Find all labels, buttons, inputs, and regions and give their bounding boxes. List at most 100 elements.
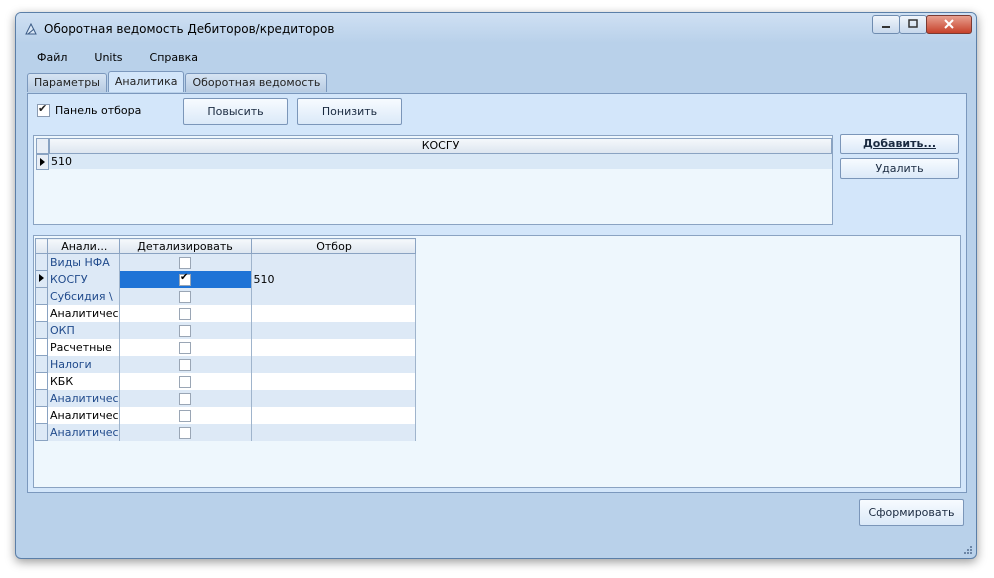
- row-selector[interactable]: [35, 321, 48, 339]
- analytics-name-cell[interactable]: Расчетные: [47, 338, 120, 356]
- raise-button[interactable]: Повысить: [183, 98, 288, 125]
- analytics-panel: Панель отбора Повысить Понизить КОСГУ 51…: [27, 93, 967, 493]
- table-row[interactable]: КБК: [35, 372, 416, 390]
- column-header-detail[interactable]: Детализировать: [118, 238, 252, 254]
- filter-cell[interactable]: [251, 355, 416, 373]
- menu-help[interactable]: Справка: [141, 51, 198, 67]
- detail-checkbox[interactable]: [179, 290, 192, 303]
- analytics-name-cell[interactable]: КОСГУ: [47, 270, 120, 288]
- table-row[interactable]: ОКП: [35, 321, 416, 339]
- detail-checkbox[interactable]: [179, 256, 192, 269]
- filter-cell[interactable]: [251, 253, 416, 271]
- column-header-kosgu[interactable]: КОСГУ: [49, 138, 832, 154]
- analytics-name-cell[interactable]: Субсидия \: [47, 287, 120, 305]
- filter-cell[interactable]: [251, 423, 416, 441]
- analytics-name-cell[interactable]: Налоги: [47, 355, 120, 373]
- detail-cell[interactable]: [119, 423, 252, 441]
- column-header-filter[interactable]: Отбор: [250, 238, 416, 254]
- table-row[interactable]: КОСГУ 510: [35, 270, 416, 288]
- table-row[interactable]: Виды НФА: [35, 253, 416, 271]
- row-selector[interactable]: [35, 355, 48, 373]
- close-icon: [944, 19, 954, 29]
- filter-cell[interactable]: [251, 406, 416, 424]
- filter-cell[interactable]: [251, 338, 416, 356]
- detail-cell[interactable]: [119, 321, 252, 339]
- detail-cell[interactable]: [119, 372, 252, 390]
- analytics-name-cell[interactable]: Виды НФА: [47, 253, 120, 271]
- detail-cell[interactable]: [119, 355, 252, 373]
- filter-cell[interactable]: [251, 321, 416, 339]
- analytics-name-cell[interactable]: Аналитичес: [47, 389, 120, 407]
- detail-checkbox[interactable]: [179, 426, 192, 439]
- detail-checkbox[interactable]: [179, 272, 192, 286]
- detail-checkbox[interactable]: [179, 324, 192, 337]
- detail-checkbox[interactable]: [179, 358, 192, 371]
- delete-button[interactable]: Удалить: [840, 158, 959, 179]
- generate-button[interactable]: Сформировать: [859, 499, 964, 526]
- minimize-icon: [882, 26, 890, 28]
- table-row[interactable]: Аналитичес: [35, 406, 416, 424]
- filter-panel-checkbox[interactable]: [37, 102, 50, 117]
- analytics-name-cell[interactable]: Аналитичес: [47, 423, 120, 441]
- analytics-grid: Анали... Детализировать Отбор Виды НФА К…: [33, 235, 961, 488]
- minimize-button[interactable]: [872, 15, 900, 34]
- table-row[interactable]: 510: [49, 154, 832, 169]
- analytics-name-cell[interactable]: Аналитичес: [47, 406, 120, 424]
- row-selector[interactable]: [36, 154, 49, 170]
- tab-turnover-sheet[interactable]: Оборотная ведомость: [185, 73, 328, 92]
- tab-analytics[interactable]: Аналитика: [107, 71, 185, 92]
- table-row[interactable]: Субсидия \: [35, 287, 416, 305]
- row-selector[interactable]: [35, 304, 48, 322]
- detail-checkbox[interactable]: [179, 375, 192, 388]
- detail-checkbox[interactable]: [179, 409, 192, 422]
- table-row[interactable]: Аналитичес: [35, 423, 416, 441]
- add-button[interactable]: Добавить...: [840, 134, 959, 154]
- row-selector[interactable]: [35, 389, 48, 407]
- detail-cell[interactable]: [119, 406, 252, 424]
- detail-cell[interactable]: [119, 338, 252, 356]
- detail-cell[interactable]: [119, 304, 252, 322]
- analytics-name-cell[interactable]: КБК: [47, 372, 120, 390]
- title-bar[interactable]: Оборотная ведомость Дебиторов/кредиторов: [16, 13, 976, 43]
- tab-parameters[interactable]: Параметры: [27, 73, 107, 92]
- analytics-name-cell[interactable]: Аналитичес: [47, 304, 120, 322]
- row-selector[interactable]: [35, 406, 48, 424]
- detail-checkbox[interactable]: [179, 392, 192, 405]
- table-row[interactable]: Налоги: [35, 355, 416, 373]
- column-header-analytics[interactable]: Анали...: [47, 238, 120, 254]
- table-row[interactable]: Аналитичес: [35, 389, 416, 407]
- row-selector[interactable]: [35, 287, 48, 305]
- filter-cell[interactable]: [251, 372, 416, 390]
- detail-cell[interactable]: [119, 270, 252, 288]
- filter-cell[interactable]: [251, 287, 416, 305]
- filter-cell[interactable]: [251, 304, 416, 322]
- detail-checkbox[interactable]: [179, 341, 192, 354]
- maximize-icon: [908, 19, 918, 28]
- detail-checkbox[interactable]: [179, 307, 192, 320]
- maximize-button[interactable]: [899, 15, 927, 34]
- menu-units[interactable]: Units: [85, 51, 122, 67]
- resize-grip-icon[interactable]: [963, 545, 973, 555]
- lower-button[interactable]: Понизить: [297, 98, 402, 125]
- table-row[interactable]: Расчетные: [35, 338, 416, 356]
- analytics-name-cell[interactable]: ОКП: [47, 321, 120, 339]
- filter-cell[interactable]: [251, 389, 416, 407]
- menu-bar: Файл Units Справка: [28, 51, 216, 67]
- row-selector[interactable]: [35, 253, 48, 271]
- row-selector[interactable]: [35, 270, 48, 288]
- close-button[interactable]: [926, 15, 972, 34]
- filter-panel-toggle[interactable]: Панель отбора: [37, 102, 141, 117]
- detail-cell[interactable]: [119, 287, 252, 305]
- detail-cell[interactable]: [119, 389, 252, 407]
- window-title: Оборотная ведомость Дебиторов/кредиторов: [44, 22, 335, 36]
- row-selector[interactable]: [35, 372, 48, 390]
- detail-cell[interactable]: [119, 253, 252, 271]
- table-row[interactable]: Аналитичес: [35, 304, 416, 322]
- filter-cell[interactable]: 510: [251, 270, 416, 288]
- row-selector[interactable]: [35, 338, 48, 356]
- main-window: Оборотная ведомость Дебиторов/кредиторов…: [15, 12, 977, 559]
- menu-file[interactable]: Файл: [28, 51, 67, 67]
- row-selector[interactable]: [35, 423, 48, 441]
- grid-corner: [35, 238, 48, 254]
- cell-value: 510: [51, 155, 72, 168]
